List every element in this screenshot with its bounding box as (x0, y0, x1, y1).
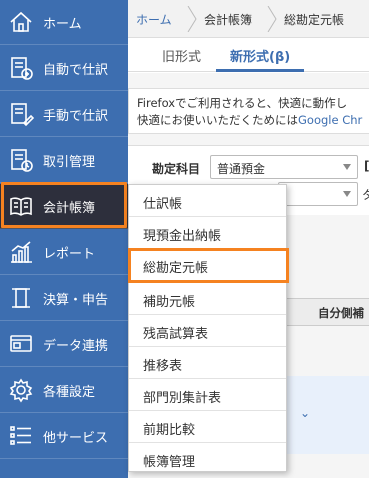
sidebar-item-manual-journal[interactable]: 手動で仕訳 (0, 92, 128, 137)
sidebar-item-other-services[interactable]: 他サービス (0, 414, 128, 459)
breadcrumb-current: 総勘定元帳 (284, 13, 345, 27)
menu-item-label: 部門別集計表 (143, 391, 222, 406)
menu-item-book-management[interactable]: 帳簿管理 (129, 443, 286, 475)
format-tabs: 旧形式 新形式(β) (128, 38, 369, 72)
menu-item-journal[interactable]: 仕訳帳 (129, 185, 286, 217)
sidebar-item-tax-return[interactable]: 決算・申告 (0, 276, 128, 321)
chart-icon (7, 238, 35, 266)
breadcrumb-home[interactable]: ホーム (136, 11, 172, 28)
breadcrumb-books[interactable]: 会計帳簿 (204, 11, 252, 28)
tab-old-format[interactable]: 旧形式 (162, 46, 201, 65)
dropdown-arrow-icon (343, 191, 351, 197)
menu-item-label: 総勘定元帳 (143, 261, 209, 276)
sidebar-item-label: 他サービス (43, 430, 109, 446)
menu-item-label: 前期比較 (143, 423, 196, 438)
sidebar-item-label: 会計帳簿 (43, 200, 96, 216)
breadcrumb: ホーム 会計帳簿 総勘定元帳 (128, 0, 369, 38)
book-icon (7, 192, 35, 220)
sidebar-item-settings[interactable]: 各種設定 (0, 368, 128, 413)
chevron-down-icon[interactable]: ⌄ (300, 406, 310, 420)
chevron-right-icon (266, 5, 278, 33)
tag-label: タ (362, 188, 369, 202)
chevron-right-icon (186, 5, 198, 33)
sidebar-item-data-link[interactable]: データ連携 (0, 322, 128, 367)
menu-item-prior-period[interactable]: 前期比較 (129, 411, 286, 443)
manual-journal-icon (7, 100, 35, 128)
sidebar-item-label: 手動で仕訳 (43, 108, 109, 124)
home-icon (7, 8, 35, 36)
sidebar-item-auto-journal[interactable]: 自動で仕訳 (0, 46, 128, 91)
menu-item-sub-ledger[interactable]: 補助元帳 (129, 283, 286, 315)
sidebar-item-home[interactable]: ホーム (0, 0, 128, 45)
sidebar: ホーム 自動で仕訳 手動で仕訳 取引管理 会計帳簿 レポート 決算・申告 データ… (0, 0, 128, 478)
sidebar-item-transactions[interactable]: 取引管理 (0, 138, 128, 183)
sidebar-item-label: 自動で仕訳 (43, 62, 109, 78)
notice-line-1: Firefoxでご利用されると、快適に動作し (137, 96, 348, 110)
list-icon (7, 422, 35, 450)
menu-item-cash-book[interactable]: 現預金出納帳 (129, 217, 286, 249)
menu-item-label: 仕訳帳 (143, 197, 183, 212)
column-header-own-side: 自分側補 (318, 306, 364, 320)
chrome-link[interactable]: Google Chr (298, 113, 362, 127)
browser-notice: Firefoxでご利用されると、快適に動作し 快適にお使いいただくためにはGoo… (128, 88, 369, 134)
account-select-value: 普通預金 (217, 162, 266, 176)
sidebar-item-label: 取引管理 (43, 154, 96, 170)
sidebar-item-label: データ連携 (43, 338, 109, 354)
secondary-select[interactable] (278, 182, 358, 206)
menu-item-department-summary[interactable]: 部門別集計表 (129, 379, 286, 411)
menu-item-trend[interactable]: 推移表 (129, 347, 286, 379)
dropdown-arrow-icon (343, 164, 351, 170)
notice-line-2-text: 快適にお使いいただくためには (137, 113, 298, 127)
menu-item-label: 推移表 (143, 359, 183, 374)
menu-item-label: 補助元帳 (143, 295, 196, 310)
menu-item-label: 帳簿管理 (143, 455, 196, 470)
account-select[interactable]: 普通預金 (210, 155, 358, 179)
data-link-icon (7, 330, 35, 358)
menu-item-trial-balance[interactable]: 残高試算表 (129, 315, 286, 347)
account-label: 勘定科目 (152, 162, 201, 176)
sidebar-item-label: 決算・申告 (43, 292, 109, 308)
menu-item-general-ledger[interactable]: 総勘定元帳 (128, 248, 289, 283)
books-submenu: 仕訳帳 現預金出納帳 総勘定元帳 補助元帳 残高試算表 推移表 部門別集計表 前… (128, 184, 289, 475)
sidebar-item-books[interactable]: 会計帳簿 (0, 184, 128, 229)
sidebar-item-label: レポート (43, 246, 96, 262)
sidebar-item-label: ホーム (43, 16, 82, 32)
right-field-label: [ (364, 159, 369, 173)
transaction-icon (7, 146, 35, 174)
tax-return-icon (7, 284, 35, 312)
menu-item-label: 残高試算表 (143, 327, 209, 342)
auto-journal-icon (7, 54, 35, 82)
sidebar-item-label: 各種設定 (43, 384, 96, 400)
tab-new-format[interactable]: 新形式(β) (230, 46, 290, 65)
active-tab-indicator (216, 69, 304, 72)
gear-icon (7, 376, 35, 404)
notice-line-2: 快適にお使いいただくためにはGoogle Chr (137, 112, 369, 129)
sidebar-item-reports[interactable]: レポート (0, 230, 128, 275)
menu-item-label: 現預金出納帳 (143, 229, 222, 244)
